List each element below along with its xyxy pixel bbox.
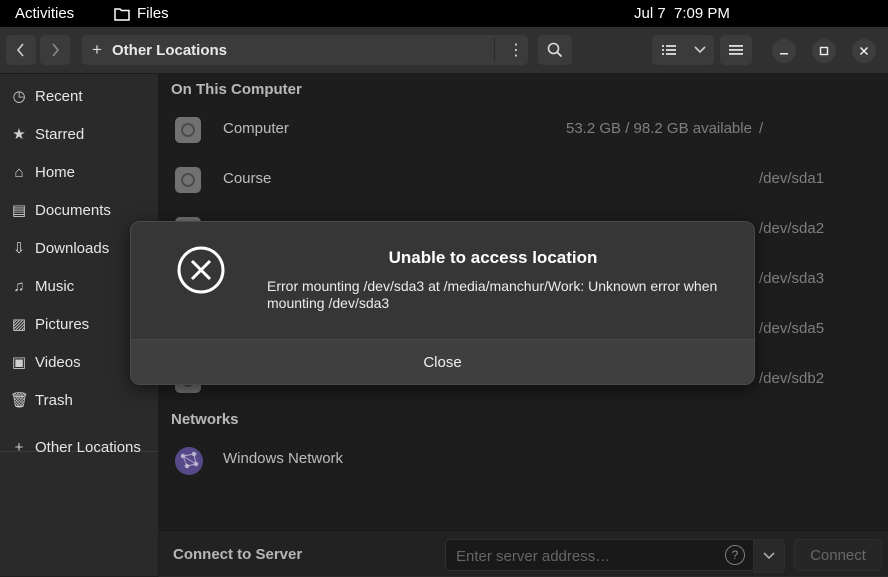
sidebar-item-label: Music [35, 277, 75, 295]
sidebar-item-label: Downloads [35, 239, 110, 257]
error-dialog: Unable to access location Error mounting… [130, 221, 755, 385]
main-menu-button[interactable] [720, 35, 752, 65]
sidebar-item-other-locations[interactable]: + Other Locations [0, 429, 158, 465]
view-dropdown-button[interactable] [686, 35, 714, 65]
maximize-button[interactable] [812, 39, 836, 63]
sidebar-item-label: Pictures [35, 315, 90, 333]
clock[interactable]: Jul 7 7:09 PM [634, 5, 730, 22]
header-bar: + Other Locations ⋮ [0, 27, 888, 74]
sidebar-item-starred[interactable]: ★ Starred [0, 116, 158, 152]
maximize-icon [819, 46, 829, 56]
sidebar-item-label: Starred [35, 125, 85, 143]
sidebar-item-trash[interactable]: 🗑 Trash [0, 382, 158, 418]
app-name: Files [137, 5, 169, 22]
path-separator [494, 38, 495, 62]
back-button[interactable] [6, 35, 36, 65]
kebab-icon[interactable]: ⋮ [508, 40, 524, 60]
sidebar-item-label: Recent [35, 87, 83, 105]
document-icon: ▤ [11, 202, 27, 219]
search-button[interactable] [538, 35, 572, 65]
forward-button[interactable] [40, 35, 70, 65]
error-circle-x-icon [177, 246, 225, 294]
clock-icon: ◷ [12, 88, 26, 105]
folder-icon [114, 7, 130, 21]
hamburger-icon [729, 45, 743, 55]
sidebar-item-label: Documents [35, 201, 111, 219]
sidebar-item-label: Trash [35, 391, 73, 409]
window-close-button[interactable] [852, 39, 876, 63]
download-icon: ⇩ [12, 240, 26, 257]
dialog-message: Error mounting /dev/sda3 at /media/manch… [267, 278, 718, 311]
minimize-button[interactable] [772, 39, 796, 63]
path-title: Other Locations [112, 42, 228, 59]
search-icon [547, 42, 563, 58]
chevron-right-icon [52, 43, 60, 57]
trash-icon: 🗑 [10, 392, 30, 409]
video-icon: ▣ [11, 354, 27, 371]
sidebar-item-recent[interactable]: ◷ Recent [0, 78, 158, 114]
dialog-close-button[interactable]: Close [131, 340, 754, 384]
activities-button[interactable]: Activities [15, 5, 74, 22]
sidebar-item-label: Other Locations [35, 438, 141, 456]
star-icon: ★ [12, 126, 26, 143]
picture-icon: ▨ [11, 316, 27, 333]
list-view-icon [662, 45, 676, 55]
dialog-title: Unable to access location [388, 248, 598, 267]
path-bar[interactable]: + Other Locations ⋮ [82, 35, 528, 65]
list-view-button[interactable] [652, 35, 686, 65]
sidebar-item-label: Home [35, 163, 76, 181]
music-icon: ♫ [13, 277, 25, 295]
chevron-down-icon [694, 46, 706, 54]
chevron-left-icon [16, 43, 24, 57]
minimize-icon [780, 53, 788, 55]
plus-icon: + [14, 438, 24, 456]
close-icon [859, 46, 869, 56]
app-menu[interactable]: Files [114, 5, 169, 22]
top-bar: Activities Files Jul 7 7:09 PM [0, 0, 888, 27]
sidebar-item-label: Videos [35, 353, 81, 371]
plus-icon: + [92, 40, 102, 59]
home-icon: ⌂ [14, 163, 24, 181]
sidebar-item-home[interactable]: ⌂ Home [0, 154, 158, 190]
